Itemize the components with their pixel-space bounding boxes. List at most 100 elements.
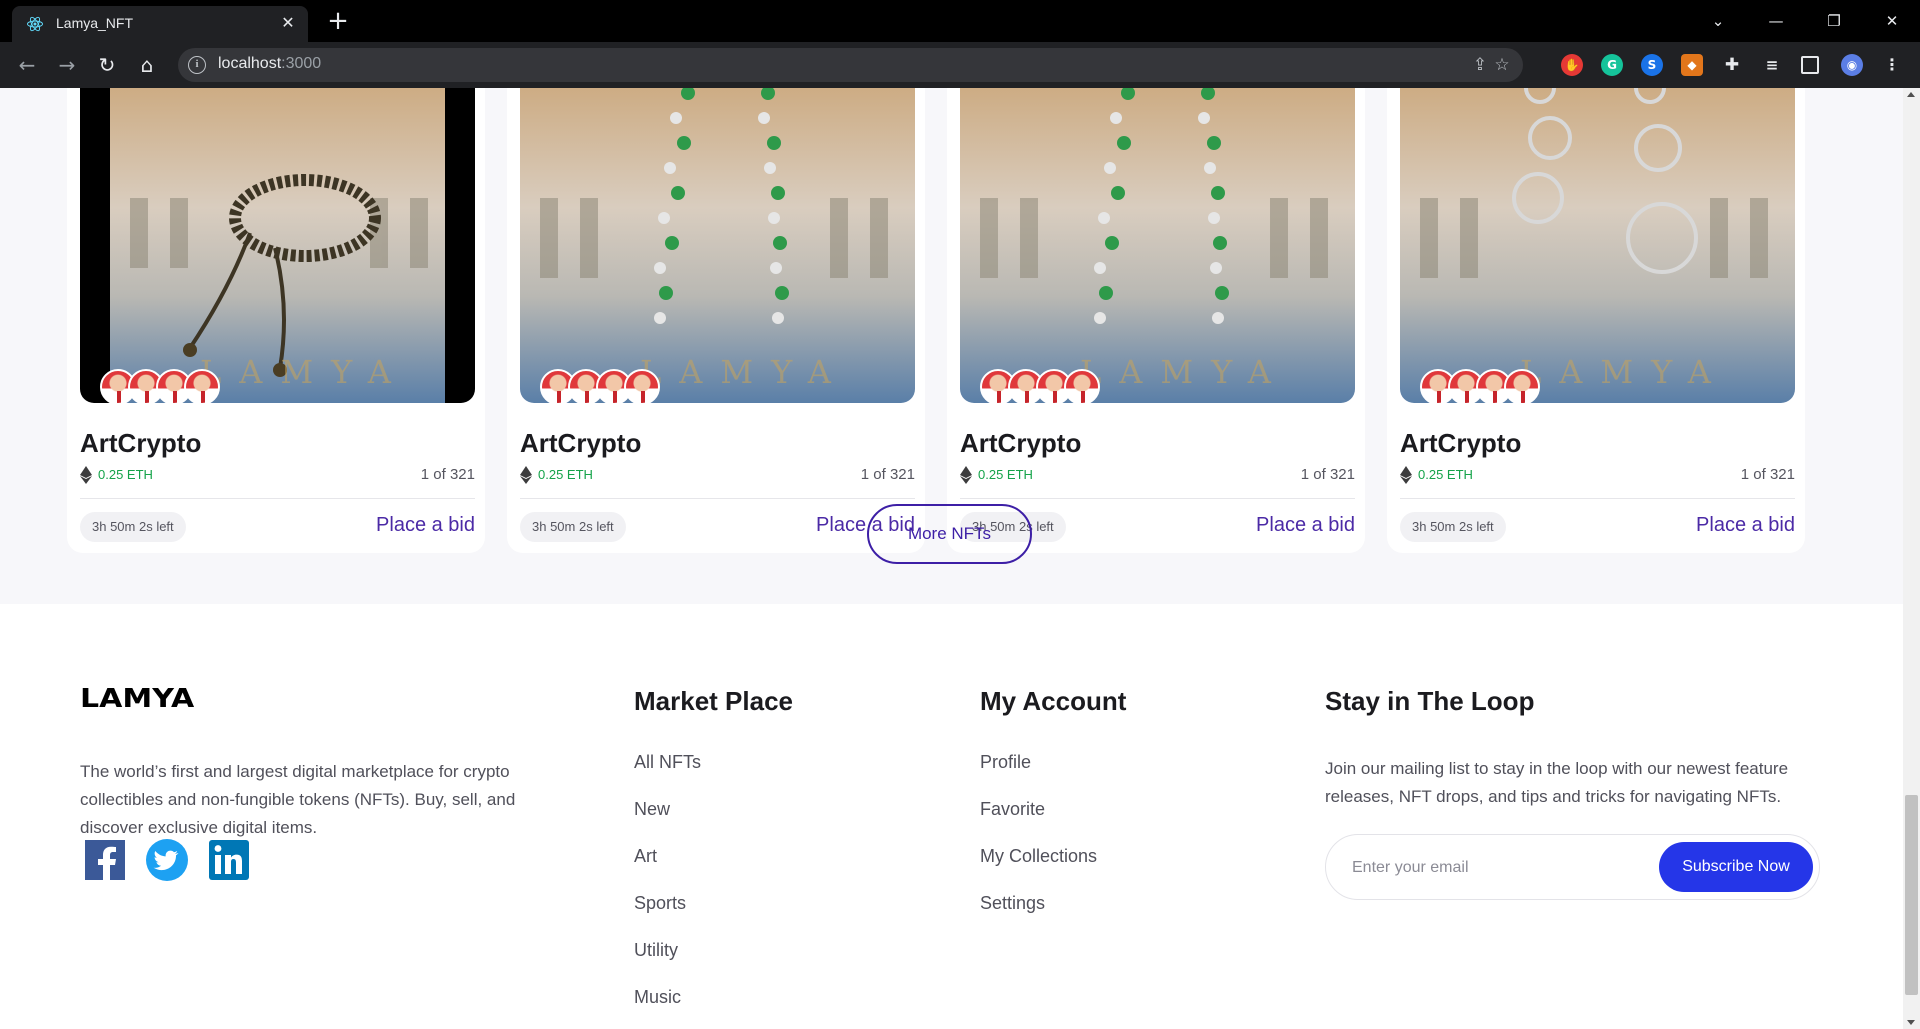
card-divider: [520, 498, 915, 499]
place-bid-link[interactable]: Place a bid: [376, 514, 475, 537]
card-title: ArtCrypto: [1400, 428, 1522, 458]
back-icon[interactable]: ←: [12, 50, 42, 80]
page-scrollbar[interactable]: [1903, 88, 1920, 1029]
avatar[interactable]: [1504, 369, 1540, 403]
nft-card[interactable]: LAMYA ArtCrypto 0.25 ETH 1 of 321 3h 50m…: [67, 88, 485, 553]
close-window-button[interactable]: ✕: [1870, 6, 1914, 36]
restore-button[interactable]: ❐: [1812, 6, 1856, 36]
reload-icon[interactable]: ↻: [92, 50, 122, 80]
card-divider: [960, 498, 1355, 499]
url-text: localhost:3000: [218, 55, 322, 72]
ethereum-icon: [80, 466, 92, 484]
stay-in-loop-heading: Stay in The Loop: [1325, 686, 1535, 716]
svg-text:LAMYA: LAMYA: [200, 353, 409, 391]
footer-link-profile[interactable]: Profile: [980, 752, 1031, 773]
shazam-extension-icon[interactable]: S: [1641, 54, 1663, 76]
browser-tab[interactable]: Lamya_NFT ✕: [12, 6, 308, 42]
home-icon[interactable]: ⌂: [132, 50, 162, 80]
card-edition: 1 of 321: [420, 466, 475, 483]
chrome-menu-icon[interactable]: ⋮: [1881, 54, 1903, 76]
subscribe-button[interactable]: Subscribe Now: [1659, 842, 1813, 892]
forward-icon[interactable]: →: [52, 50, 82, 80]
metamask-extension-icon[interactable]: ◆: [1681, 54, 1703, 76]
share-icon[interactable]: ⇪: [1469, 54, 1491, 76]
footer: LAMYA The world’s first and largest digi…: [0, 604, 1903, 1029]
svg-text:LAMYA: LAMYA: [640, 353, 849, 391]
facebook-icon[interactable]: [83, 838, 127, 882]
tab-search-icon[interactable]: ⌄: [1696, 6, 1740, 36]
footer-link-all-nfts[interactable]: All NFTs: [634, 752, 701, 773]
more-nfts-button[interactable]: More NFTs: [867, 504, 1032, 564]
minimize-button[interactable]: —: [1754, 6, 1798, 36]
scrollbar-thumb[interactable]: [1905, 795, 1918, 995]
ethereum-icon: [1400, 466, 1412, 484]
newsletter-description: Join our mailing list to stay in the loo…: [1325, 759, 1789, 806]
react-icon: [27, 16, 43, 32]
extensions-puzzle-icon[interactable]: ✚: [1721, 54, 1743, 76]
svg-text:LAMYA: LAMYA: [1080, 353, 1289, 391]
linkedin-icon[interactable]: [207, 838, 251, 882]
page-content: LAMYA ArtCrypto 0.25 ETH 1 of 321 3h 50m…: [0, 88, 1903, 1029]
scroll-up-arrow-icon[interactable]: [1907, 92, 1915, 97]
footer-link-utility[interactable]: Utility: [634, 940, 678, 961]
time-left-badge: 3h 50m 2s left: [80, 512, 186, 542]
nft-card[interactable]: LAMYA ArtCrypto 0.25 ETH 1 of 321 3h 50m…: [1387, 88, 1805, 553]
time-left-badge: 3h 50m 2s left: [1400, 512, 1506, 542]
time-left-badge: 3h 50m 2s left: [520, 512, 626, 542]
card-divider: [1400, 498, 1795, 499]
footer-link-sports[interactable]: Sports: [634, 893, 686, 914]
place-bid-link[interactable]: Place a bid: [1696, 514, 1795, 537]
bookmark-star-icon[interactable]: ☆: [1491, 54, 1513, 76]
avatar[interactable]: [184, 369, 220, 403]
ethereum-icon: [520, 466, 532, 484]
avatar[interactable]: [624, 369, 660, 403]
media-control-icon[interactable]: ≡: [1761, 54, 1783, 76]
nft-card[interactable]: LAMYA ArtCrypto 0.25 ETH 1 of 321 3h 50m…: [947, 88, 1365, 553]
footer-link-new[interactable]: New: [634, 799, 670, 820]
my-account-heading: My Account: [980, 686, 1127, 716]
footer-link-favorite[interactable]: Favorite: [980, 799, 1045, 820]
card-price: 0.25 ETH: [978, 467, 1033, 482]
nft-card[interactable]: LAMYA ArtCrypto 0.25 ETH 1 of 321 3h 50m…: [507, 88, 925, 553]
card-price: 0.25 ETH: [538, 467, 593, 482]
nft-image-emerald-earrings: LAMYA: [960, 88, 1355, 403]
nft-image-diamond-earrings: LAMYA: [1400, 88, 1795, 403]
place-bid-link[interactable]: Place a bid: [1256, 514, 1355, 537]
footer-link-my-collections[interactable]: My Collections: [980, 846, 1097, 867]
card-title: ArtCrypto: [960, 428, 1082, 458]
ethereum-icon: [960, 466, 972, 484]
newsletter-form: Subscribe Now: [1325, 834, 1820, 900]
side-panel-icon[interactable]: [1801, 56, 1819, 74]
twitter-icon[interactable]: [145, 838, 189, 882]
tab-close-icon[interactable]: ✕: [278, 13, 298, 33]
profile-avatar[interactable]: ◉: [1841, 54, 1863, 76]
footer-link-settings[interactable]: Settings: [980, 893, 1045, 914]
email-field[interactable]: [1352, 855, 1642, 881]
card-edition: 1 of 321: [1740, 466, 1795, 483]
about-text: The world’s first and largest digital ma…: [80, 762, 516, 837]
site-info-icon[interactable]: i: [188, 56, 206, 74]
footer-link-art[interactable]: Art: [634, 846, 657, 867]
grammarly-extension-icon[interactable]: G: [1601, 54, 1623, 76]
avatar[interactable]: [1064, 369, 1100, 403]
card-edition: 1 of 321: [860, 466, 915, 483]
nft-image-emerald-earrings: LAMYA: [520, 88, 915, 403]
adblock-extension-icon[interactable]: ✋: [1561, 54, 1583, 76]
address-bar[interactable]: i localhost:3000 ⇪ ☆: [178, 48, 1523, 82]
browser-toolbar: ← → ↻ ⌂ i localhost:3000 ⇪ ☆: [0, 42, 1920, 88]
card-title: ArtCrypto: [80, 428, 202, 458]
card-divider: [80, 498, 475, 499]
svg-text:LAMYA: LAMYA: [1520, 353, 1729, 391]
new-tab-button[interactable]: +: [324, 8, 352, 36]
card-price: 0.25 ETH: [1418, 467, 1473, 482]
tab-title: Lamya_NFT: [56, 15, 134, 31]
card-price: 0.25 ETH: [98, 467, 153, 482]
card-title: ArtCrypto: [520, 428, 642, 458]
scroll-down-arrow-icon[interactable]: [1907, 1020, 1915, 1025]
footer-link-music[interactable]: Music: [634, 987, 681, 1008]
browser-tab-strip: Lamya_NFT ✕ + ⌄ — ❐ ✕: [0, 0, 1920, 42]
lamya-logo[interactable]: LAMYA: [80, 684, 194, 714]
marketplace-heading: Market Place: [634, 686, 793, 716]
card-edition: 1 of 321: [1300, 466, 1355, 483]
nft-image-bracelet: LAMYA: [80, 88, 475, 403]
